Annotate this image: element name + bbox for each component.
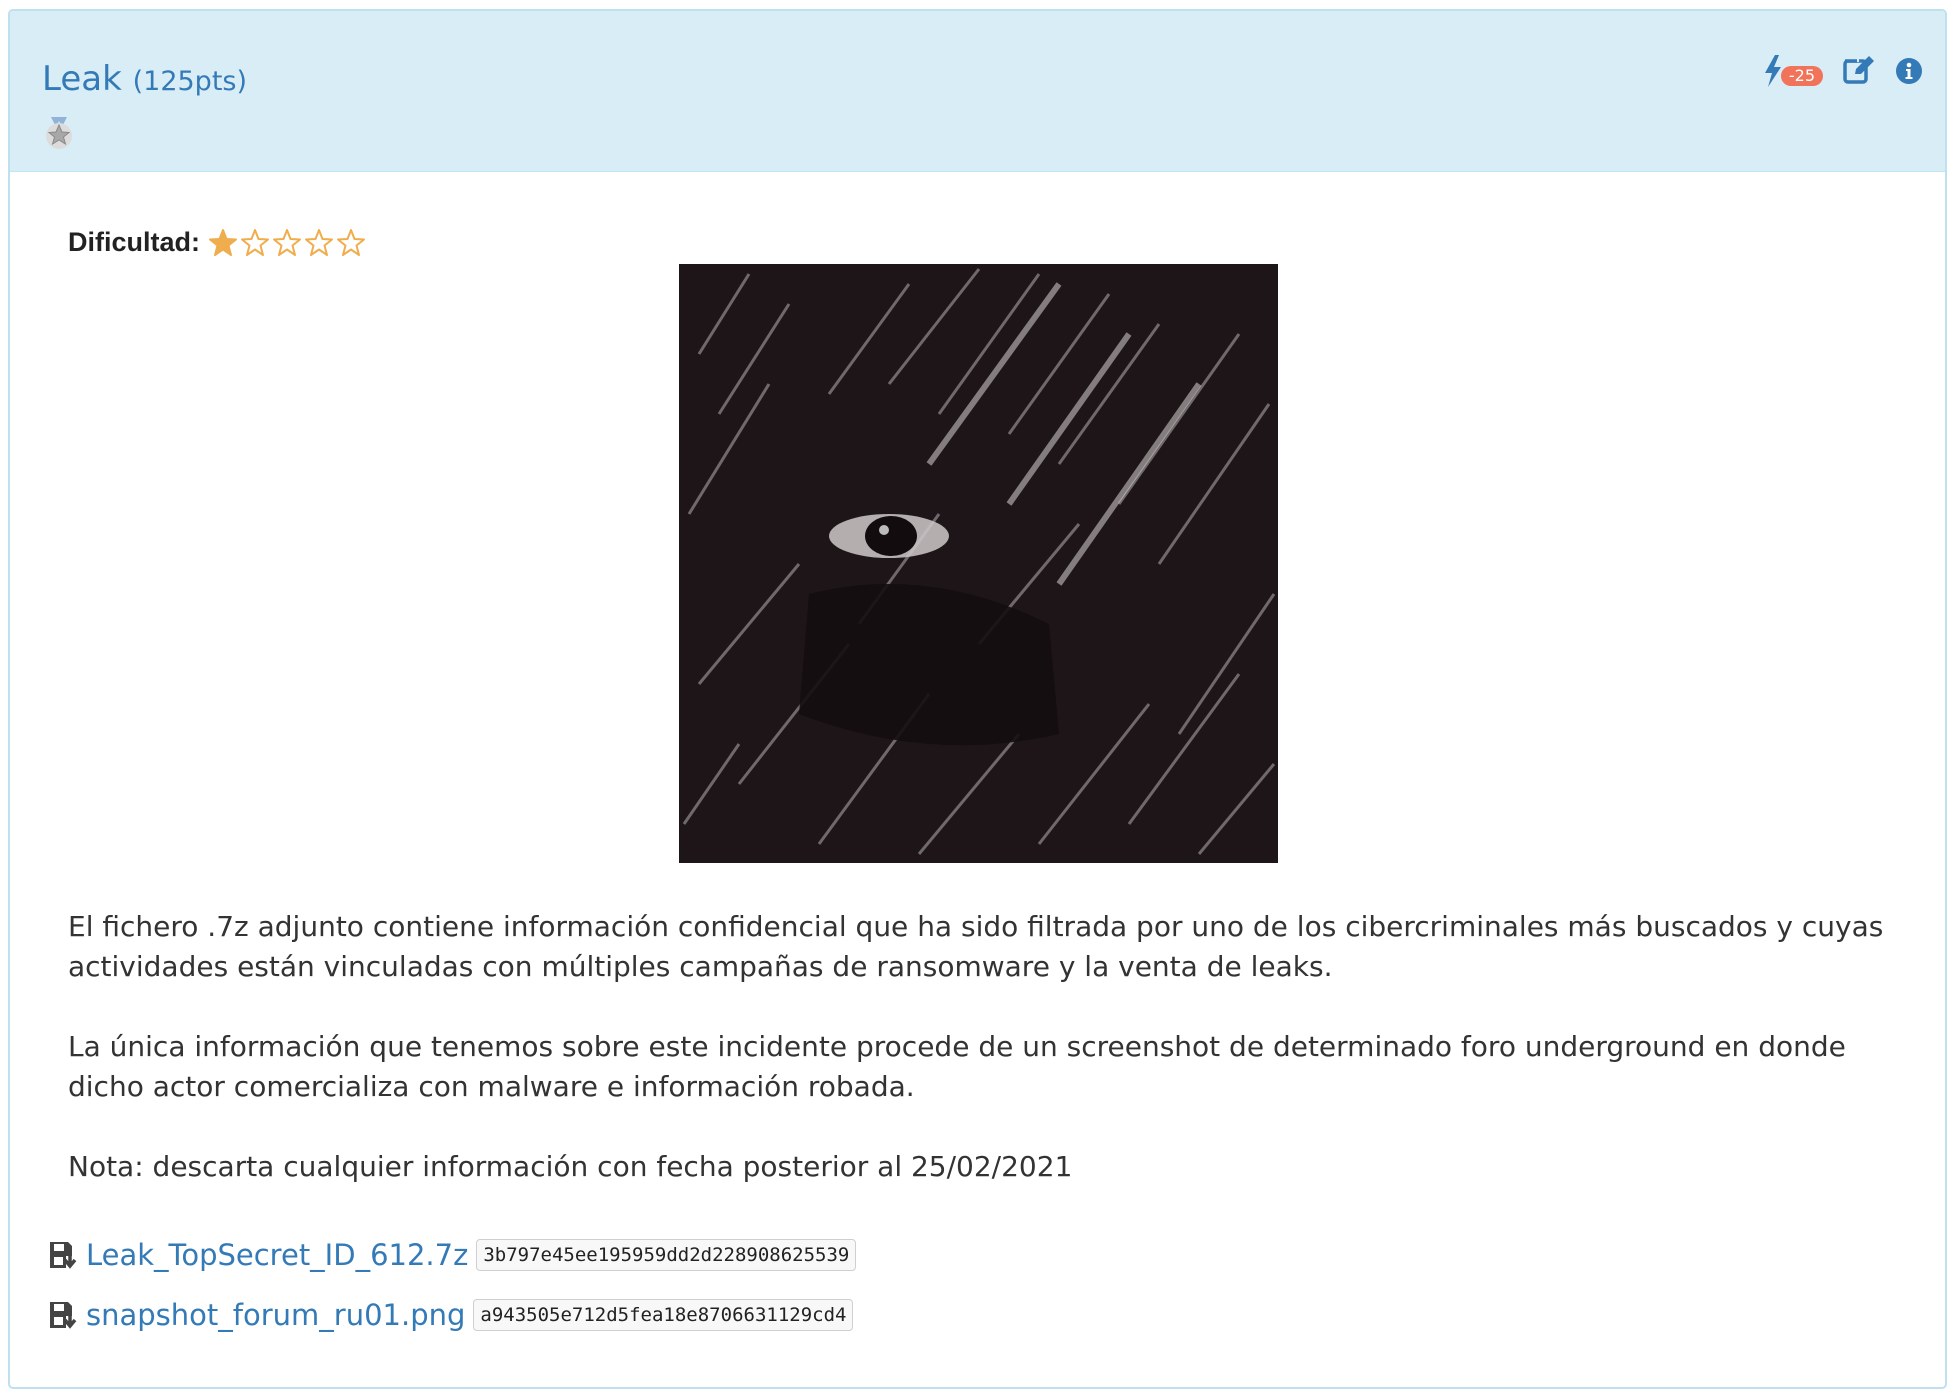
challenge-title[interactable]: Leak (125pts) (42, 59, 247, 99)
star-filled-icon (209, 228, 237, 256)
challenge-description: El fichero .7z adjunto contiene informac… (68, 907, 1908, 1227)
attachments-list: Leak_TopSecret_ID_612.7z 3b797e45ee19595… (48, 1235, 857, 1355)
challenge-points: (125pts) (132, 66, 248, 97)
bolt-icon (1764, 55, 1781, 87)
info-icon[interactable] (1895, 57, 1923, 85)
file-hash: 3b797e45ee195959dd2d228908625539 (476, 1239, 857, 1271)
description-note: Nota: descarta cualquier información con… (68, 1150, 1073, 1183)
star-empty-icon (241, 228, 269, 256)
difficulty-label: Dificultad: (68, 227, 200, 257)
star-empty-icon (337, 228, 365, 256)
description-paragraph: El fichero .7z adjunto contiene informac… (68, 910, 1884, 983)
difficulty-rating: Dificultad: (68, 227, 366, 258)
star-empty-icon (305, 228, 333, 256)
challenge-header: Leak (125pts) -25 (10, 11, 1945, 172)
star-empty-icon (273, 228, 301, 256)
description-paragraph: La única información que tenemos sobre e… (68, 1030, 1846, 1103)
challenge-name: Leak (42, 59, 122, 99)
file-hash: a943505e712d5fea18e8706631129cd4 (473, 1299, 854, 1331)
penalty-badge: -25 (1780, 66, 1823, 86)
file-link[interactable]: Leak_TopSecret_ID_612.7z (86, 1238, 468, 1272)
attachment-row: Leak_TopSecret_ID_612.7z 3b797e45ee19595… (48, 1235, 857, 1275)
difficulty-stars (208, 228, 366, 258)
attachment-row: snapshot_forum_ru01.png a943505e712d5fea… (48, 1295, 856, 1335)
hint-button[interactable]: -25 (1763, 55, 1823, 87)
file-download-icon (50, 1302, 77, 1329)
edit-icon[interactable] (1843, 56, 1875, 86)
challenge-panel: Leak (125pts) -25 Dificultad: El fichero… (8, 9, 1947, 1389)
file-download-icon (50, 1242, 77, 1269)
file-link[interactable]: snapshot_forum_ru01.png (86, 1298, 465, 1332)
challenge-image (679, 264, 1278, 863)
header-actions: -25 (1763, 51, 1923, 91)
star-badge-icon (46, 117, 72, 149)
